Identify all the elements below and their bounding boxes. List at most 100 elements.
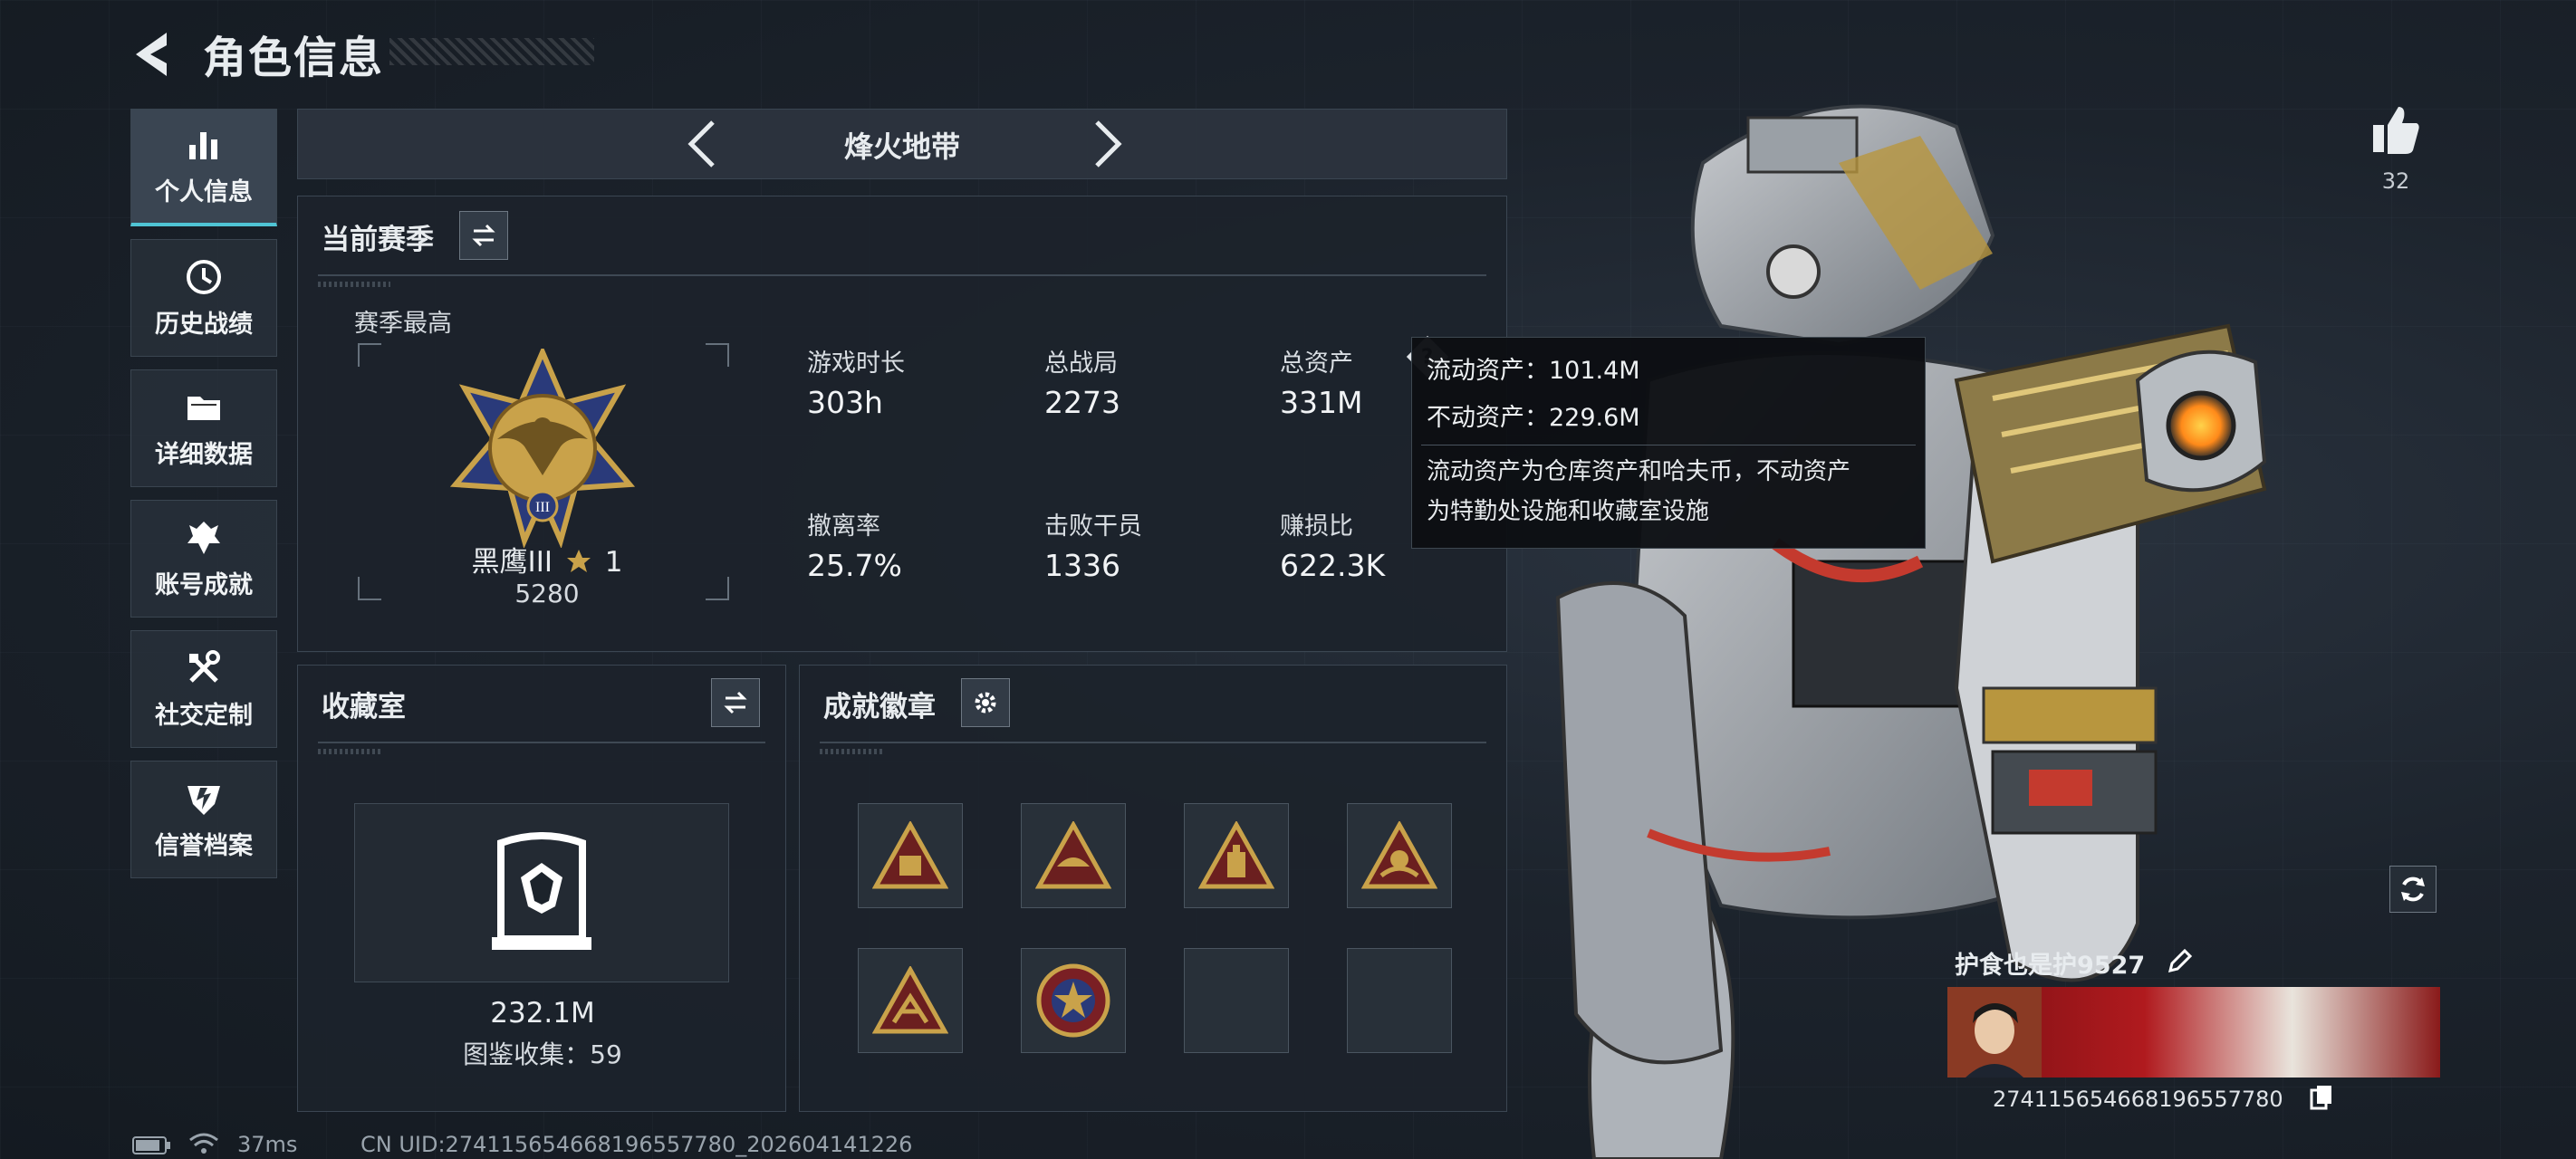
- refresh-button[interactable]: [2389, 866, 2437, 913]
- badges-title: 成就徽章: [823, 691, 936, 723]
- badge-slot-6[interactable]: [1021, 948, 1126, 1053]
- rank-score: 5280: [514, 579, 580, 608]
- next-mode-arrow-icon[interactable]: [1082, 117, 1128, 171]
- badge-flask-icon: [1198, 821, 1274, 889]
- stat-label-playtime: 游戏时长: [807, 350, 905, 378]
- nav-label: 信誉档案: [155, 831, 253, 860]
- stat-value-playtime: 303h: [807, 385, 883, 420]
- title-decoration: [389, 38, 594, 65]
- season-peak-label: 赛季最高: [354, 310, 452, 338]
- nav-detailed-data[interactable]: 详细数据: [130, 369, 277, 487]
- frame-corner: [706, 577, 729, 600]
- achievement-badges-panel: 成就徽章: [799, 665, 1507, 1112]
- swap-icon: [472, 224, 495, 247]
- bar-chart-icon: [189, 132, 217, 159]
- frame-corner: [358, 343, 381, 367]
- badge-star-medal-icon: [1036, 963, 1110, 1038]
- swap-icon: [724, 691, 747, 714]
- badge-slot-2[interactable]: [1021, 803, 1126, 908]
- uid-footer: CN UID:274115654668196557780_20260414122…: [360, 1132, 913, 1157]
- copy-icon[interactable]: [2310, 1085, 2333, 1110]
- likes-count: 32: [2381, 168, 2410, 194]
- badge-sign-icon: [872, 821, 948, 889]
- badge-spider-icon: [872, 966, 948, 1034]
- svg-text:III: III: [535, 500, 550, 515]
- divider-dots: [820, 749, 883, 754]
- ping-value: 37ms: [237, 1132, 298, 1157]
- badge-hands-icon: [1361, 821, 1437, 889]
- collection-title: 收藏室: [322, 691, 406, 723]
- assets-tooltip: 流动资产：101.4M 不动资产：229.6M 流动资产为仓库资产和哈夫币，不动…: [1411, 337, 1926, 549]
- badge-slot-3[interactable]: [1184, 803, 1289, 908]
- nav-social-custom[interactable]: 社交定制: [130, 630, 277, 748]
- badge-slot-empty-7[interactable]: [1184, 948, 1289, 1053]
- nav-personal-info[interactable]: 个人信息: [130, 109, 277, 226]
- stat-label-operators-defeated: 击败干员: [1044, 512, 1142, 541]
- stat-value-profit-loss-ratio: 622.3K: [1280, 548, 1386, 583]
- tooltip-desc-line2: 为特勤处设施和收藏室设施: [1427, 498, 1710, 525]
- mode-title: 烽火地带: [843, 129, 960, 164]
- display-case-icon: [492, 832, 591, 950]
- folder-icon: [187, 396, 220, 420]
- badge-slot-empty-8[interactable]: [1347, 948, 1452, 1053]
- stat-label-extract-rate: 撤离率: [807, 512, 880, 541]
- history-clock-icon: [187, 259, 221, 294]
- collection-switch-button[interactable]: [711, 678, 760, 727]
- tooltip-liquid-assets: 流动资产：101.4M: [1427, 357, 1640, 385]
- badge-slot-5[interactable]: [858, 948, 963, 1053]
- badge-slot-4[interactable]: [1347, 803, 1452, 908]
- collection-value: 232.1M: [490, 997, 595, 1030]
- rank-star-icon: [566, 550, 591, 572]
- player-name: 护食也是护9527: [1955, 952, 2146, 980]
- tooltip-desc-line1: 流动资产为仓库资产和哈夫币，不动资产: [1427, 458, 1851, 485]
- mode-selector: 烽火地带: [297, 109, 1507, 179]
- badge-food-icon: [1035, 821, 1111, 889]
- stat-value-total-matches: 2273: [1044, 385, 1120, 420]
- player-avatar[interactable]: [1947, 987, 2042, 1078]
- frame-corner: [706, 343, 729, 367]
- tools-icon: [189, 649, 220, 683]
- nav-account-achievements[interactable]: 账号成就: [130, 500, 277, 618]
- frame-corner: [358, 577, 381, 600]
- stat-value-extract-rate: 25.7%: [807, 548, 902, 583]
- rank-row: 黑鹰III 1: [425, 539, 669, 580]
- section-divider: [318, 274, 1486, 276]
- stat-label-profit-loss-ratio: 赚损比: [1280, 512, 1353, 541]
- season-section-title: 当前赛季: [322, 224, 434, 256]
- nav-label: 账号成就: [155, 570, 253, 599]
- thumbs-up-icon[interactable]: [2369, 103, 2422, 156]
- current-season-panel: 当前赛季 赛季最高 III 黑鹰III 1 5280 游戏时长 303h 总战局…: [297, 196, 1507, 652]
- stat-label-total-matches: 总战局: [1044, 350, 1118, 378]
- stat-value-total-assets: 331M: [1280, 385, 1363, 420]
- back-arrow-icon[interactable]: [127, 27, 181, 81]
- battery-icon: [132, 1136, 170, 1154]
- shield-icon: [187, 785, 220, 815]
- divider-dots: [318, 282, 390, 287]
- section-divider: [318, 742, 765, 743]
- page-title: 角色信息: [203, 33, 385, 83]
- nav-label: 个人信息: [155, 178, 253, 206]
- section-divider: [820, 742, 1486, 743]
- nav-reputation-file[interactable]: 信誉档案: [130, 761, 277, 878]
- nav-label: 社交定制: [155, 701, 253, 730]
- season-switch-button[interactable]: [459, 211, 508, 260]
- stat-value-operators-defeated: 1336: [1044, 548, 1120, 583]
- refresh-icon: [2401, 876, 2425, 902]
- player-uid: 274115654668196557780: [1993, 1087, 2283, 1112]
- badges-settings-button[interactable]: [961, 678, 1010, 727]
- nav-label: 历史战绩: [155, 310, 253, 339]
- tooltip-fixed-assets: 不动资产：229.6M: [1427, 404, 1640, 432]
- stat-label-total-assets: 总资产: [1280, 350, 1353, 378]
- rank-name: 黑鹰III: [471, 546, 553, 579]
- wifi-icon: [189, 1133, 218, 1154]
- achievement-icon: [187, 521, 220, 554]
- divider-dots: [318, 749, 381, 754]
- nav-label: 详细数据: [155, 440, 253, 469]
- gear-icon: [975, 692, 996, 714]
- rank-black-hawk-emblem-icon: III: [449, 349, 636, 548]
- nav-history-record[interactable]: 历史战绩: [130, 239, 277, 357]
- edit-pencil-icon[interactable]: [2167, 947, 2194, 974]
- badge-slot-1[interactable]: [858, 803, 963, 908]
- collection-count: 图鉴收集：59: [463, 1039, 622, 1069]
- collection-panel: 收藏室 232.1M 图鉴收集：59: [297, 665, 786, 1112]
